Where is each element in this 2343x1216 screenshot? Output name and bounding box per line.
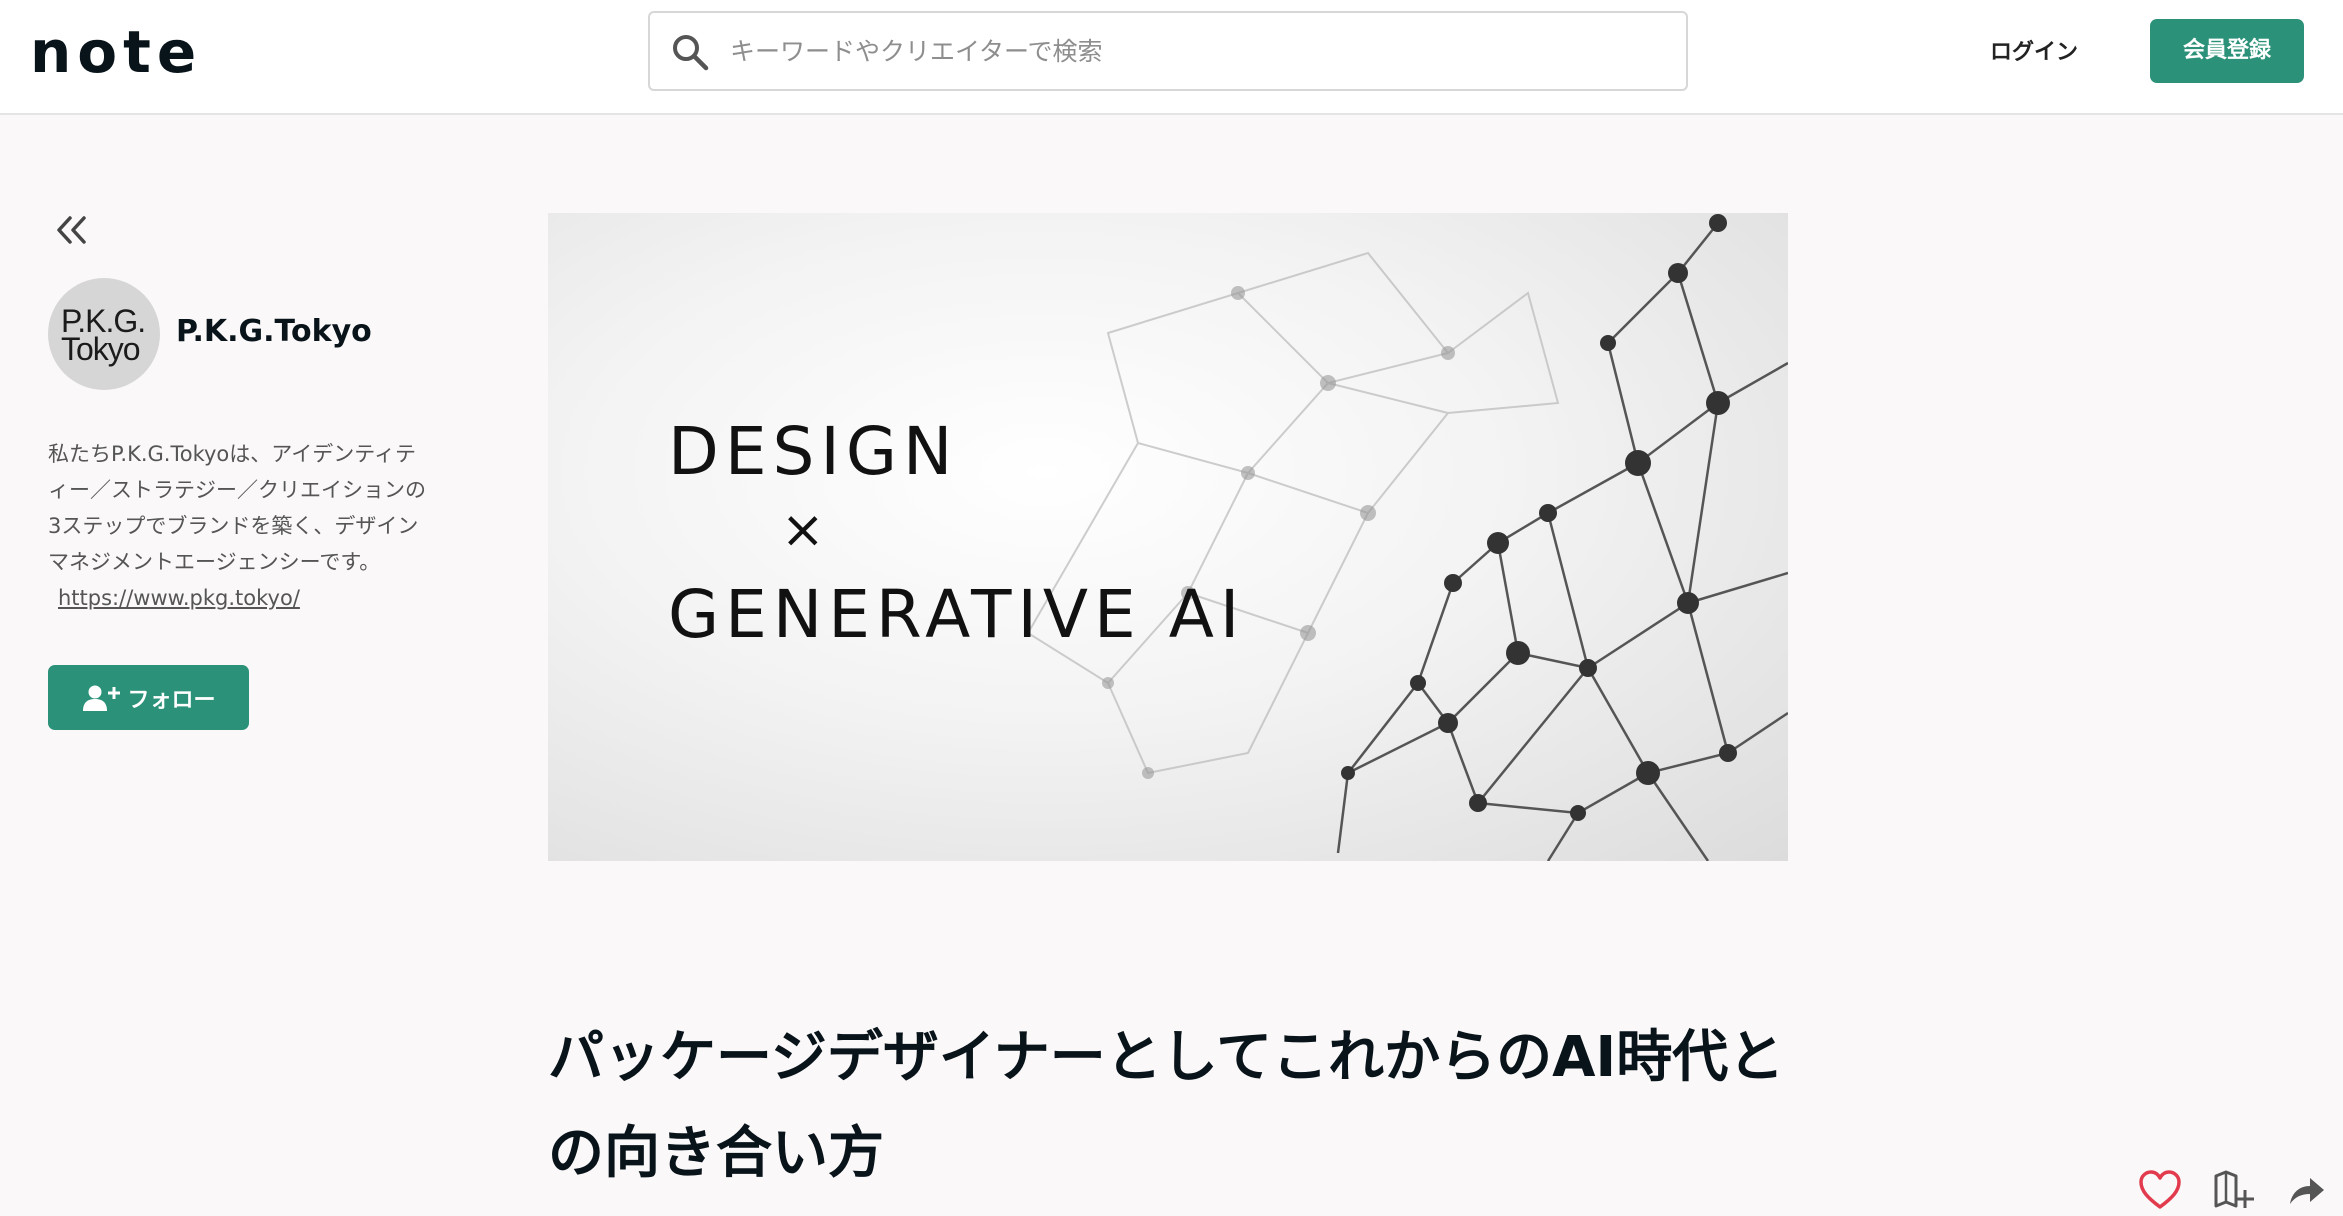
network-graphic xyxy=(1026,214,1788,861)
bookmark-plus-icon[interactable] xyxy=(2212,1170,2254,1210)
article-hero-image: DESIGN × GENERATIVE AI xyxy=(548,213,1788,861)
search-input[interactable] xyxy=(730,13,1670,89)
login-link[interactable]: ログイン xyxy=(1990,33,2078,73)
avatar-text: Tokyo xyxy=(61,331,141,367)
avatar[interactable]: P.K.G. Tokyo xyxy=(48,278,160,390)
user-plus-icon xyxy=(83,685,121,711)
signup-button[interactable]: 会員登録 xyxy=(2150,19,2304,83)
double-chevron-left-icon[interactable] xyxy=(52,210,92,250)
site-header: note ログイン 会員登録 xyxy=(0,0,2343,115)
hero-title-x: × xyxy=(781,500,831,560)
follow-button[interactable]: フォロー xyxy=(48,665,249,730)
heart-icon[interactable] xyxy=(2138,1170,2182,1210)
creator-name[interactable]: P.K.G.Tokyo xyxy=(176,314,372,349)
hero-title-line1: DESIGN xyxy=(668,413,959,490)
search-icon xyxy=(673,35,709,71)
article-title: パッケージデザイナーとしてこれからのAI時代との向き合い方 xyxy=(548,1025,1785,1186)
follow-label: フォロー xyxy=(127,687,216,713)
bio-text: 私たちP.K.G.Tokyoは、アイデンティティー／ストラテジー／クリエイション… xyxy=(48,442,426,574)
bio-link[interactable]: https://www.pkg.tokyo/ xyxy=(58,586,300,610)
search-box[interactable] xyxy=(648,11,1688,91)
note-logo[interactable]: note xyxy=(30,22,202,82)
creator-bio: 私たちP.K.G.Tokyoは、アイデンティティー／ストラテジー／クリエイション… xyxy=(48,436,428,616)
share-arrow-icon[interactable] xyxy=(2286,1170,2326,1210)
hero-title-line2: GENERATIVE AI xyxy=(668,576,1246,653)
